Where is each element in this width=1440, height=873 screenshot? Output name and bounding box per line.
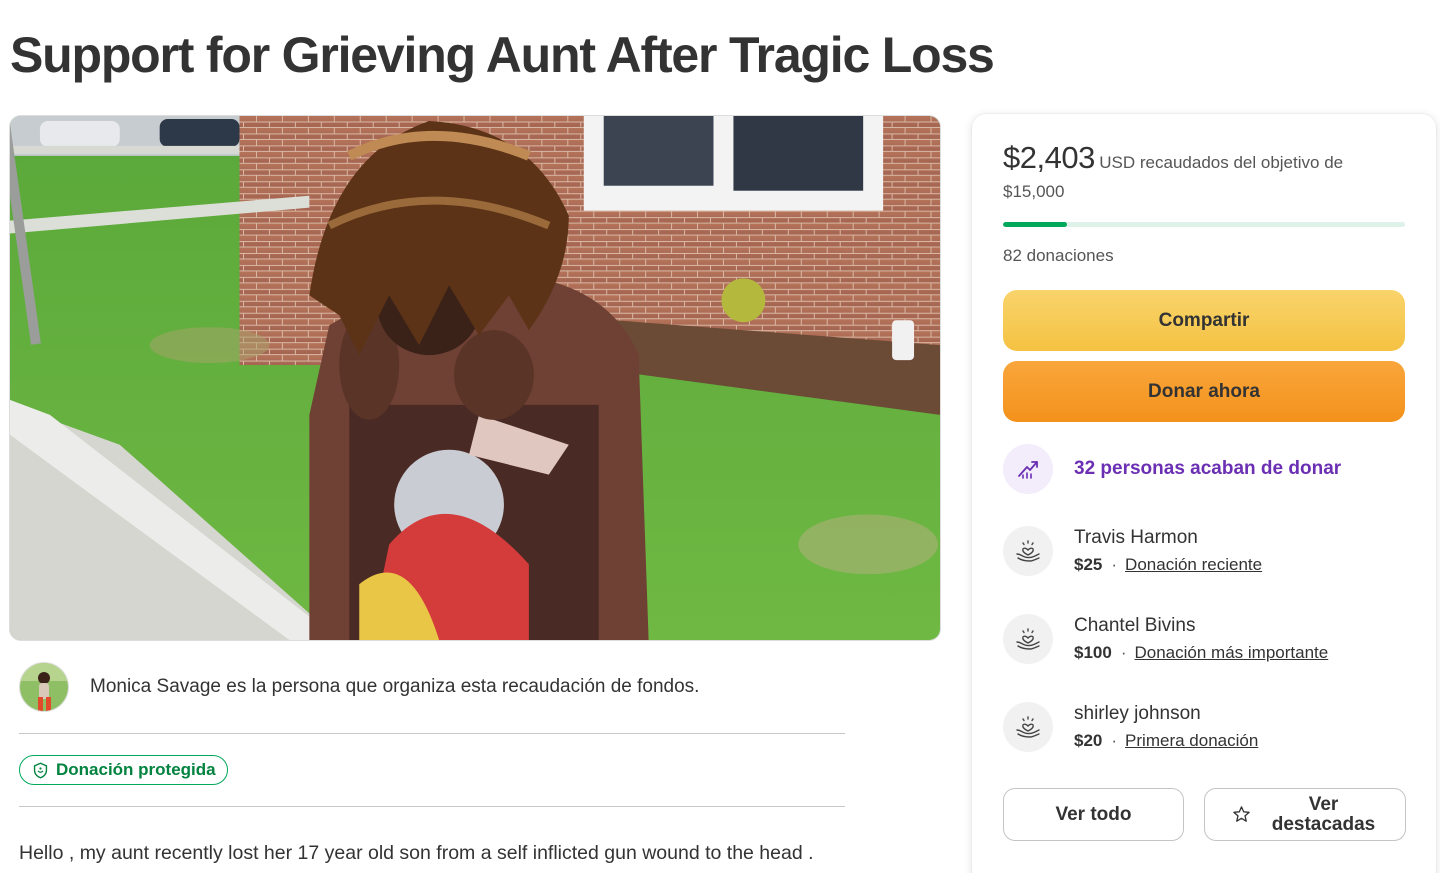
goal-amount: $15,000	[1003, 182, 1065, 201]
shield-icon	[33, 762, 48, 778]
donate-now-button[interactable]: Donar ahora	[1003, 361, 1405, 422]
donor-tag-link[interactable]: Donación más importante	[1135, 643, 1329, 662]
divider	[19, 806, 845, 807]
organizer-avatar[interactable]	[19, 662, 69, 712]
donor-amount: $20	[1074, 731, 1103, 750]
donation-count: 82 donaciones	[1003, 246, 1114, 265]
page-title: Support for Grieving Aunt After Tragic L…	[10, 27, 995, 83]
donor-item: shirley johnson $20 · Primera donación	[1003, 702, 1258, 752]
trending-up-icon	[1018, 461, 1038, 479]
donor-tag-link[interactable]: Primera donación	[1125, 731, 1258, 750]
see-top-donations-button[interactable]: Ver destacadas	[1204, 788, 1406, 841]
raised-amount: $2,403	[1003, 140, 1095, 175]
campaign-photo-illustration	[10, 116, 940, 640]
recent-donors-momentum: 32 personas acaban de donar	[1003, 444, 1341, 494]
progress-bar	[1003, 222, 1405, 227]
separator-dot: ·	[1111, 555, 1118, 574]
protected-donation-label: Donación protegida	[56, 760, 216, 779]
raised-suffix: USD recaudados del objetivo de	[1099, 153, 1344, 172]
star-icon	[1232, 806, 1250, 822]
heart-hand-icon	[1016, 716, 1040, 738]
donor-name: Travis Harmon	[1074, 527, 1198, 548]
story-text: Hello , my aunt recently lost her 17 yea…	[19, 842, 814, 864]
organizer-text: Monica Savage es la persona que organiza…	[90, 676, 700, 697]
protected-donation-badge[interactable]: Donación protegida	[19, 755, 228, 785]
donor-item: Chantel Bivins $100 · Donación más importa…	[1003, 614, 1328, 664]
donor-name: shirley johnson	[1074, 703, 1201, 724]
organizer-row: Monica Savage es la persona que organiza…	[19, 662, 699, 712]
donor-name: Chantel Bivins	[1074, 615, 1196, 636]
donor-amount: $100	[1074, 643, 1112, 662]
momentum-text: 32 personas acaban de donar	[1074, 458, 1342, 479]
donor-avatar	[1003, 702, 1053, 752]
campaign-photo[interactable]	[9, 115, 941, 641]
progress-fill	[1003, 222, 1068, 227]
donor-item: Travis Harmon $25 · Donación reciente	[1003, 526, 1262, 576]
momentum-badge	[1003, 444, 1053, 494]
separator-dot: ·	[1120, 643, 1127, 662]
see-top-donations-label: Ver destacadas	[1271, 793, 1376, 835]
donation-panel: $2,403 USD recaudados del objetivo de $1…	[972, 114, 1436, 873]
see-all-donations-button[interactable]: Ver todo	[1003, 788, 1184, 841]
share-button[interactable]: Compartir	[1003, 290, 1405, 351]
heart-hand-icon	[1016, 628, 1040, 650]
donor-amount: $25	[1074, 555, 1103, 574]
donor-avatar	[1003, 526, 1053, 576]
heart-hand-icon	[1016, 540, 1040, 562]
donor-tag-link[interactable]: Donación reciente	[1125, 555, 1262, 574]
raised-summary: $2,403 USD recaudados del objetivo de	[1003, 142, 1403, 177]
donor-avatar	[1003, 614, 1053, 664]
divider	[19, 733, 845, 734]
separator-dot: ·	[1111, 731, 1118, 750]
